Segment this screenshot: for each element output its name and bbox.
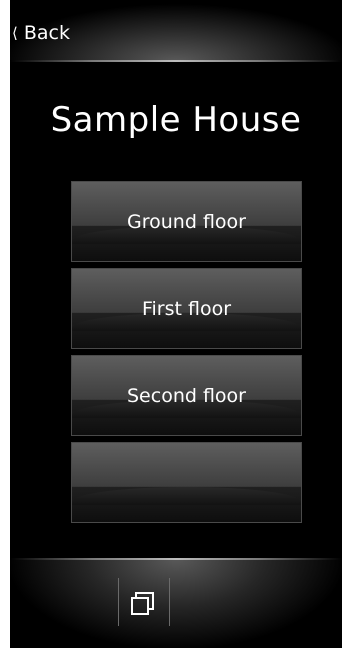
top-bar: ⟨ Back	[10, 0, 342, 62]
floor-list: Ground floor First floor Second floor	[71, 181, 302, 529]
back-button[interactable]: ⟨ Back	[12, 22, 70, 44]
floor-button-label: Ground floor	[127, 210, 246, 233]
bottom-bar	[10, 558, 342, 648]
page-title: Sample House	[50, 100, 302, 140]
floor-button-first[interactable]: First floor	[71, 268, 302, 349]
windows-button[interactable]	[119, 576, 169, 628]
windows-icon	[131, 592, 154, 615]
divider	[169, 578, 170, 626]
floor-button-empty[interactable]	[71, 442, 302, 523]
chevron-left-icon: ⟨	[12, 23, 18, 42]
floor-button-label: Second floor	[127, 384, 246, 407]
floor-button-ground[interactable]: Ground floor	[71, 181, 302, 262]
floor-button-second[interactable]: Second floor	[71, 355, 302, 436]
app-screen: ⟨ Back Sample House Ground floor First f…	[10, 0, 342, 648]
back-label: Back	[23, 22, 70, 44]
floor-button-label: First floor	[141, 297, 232, 320]
